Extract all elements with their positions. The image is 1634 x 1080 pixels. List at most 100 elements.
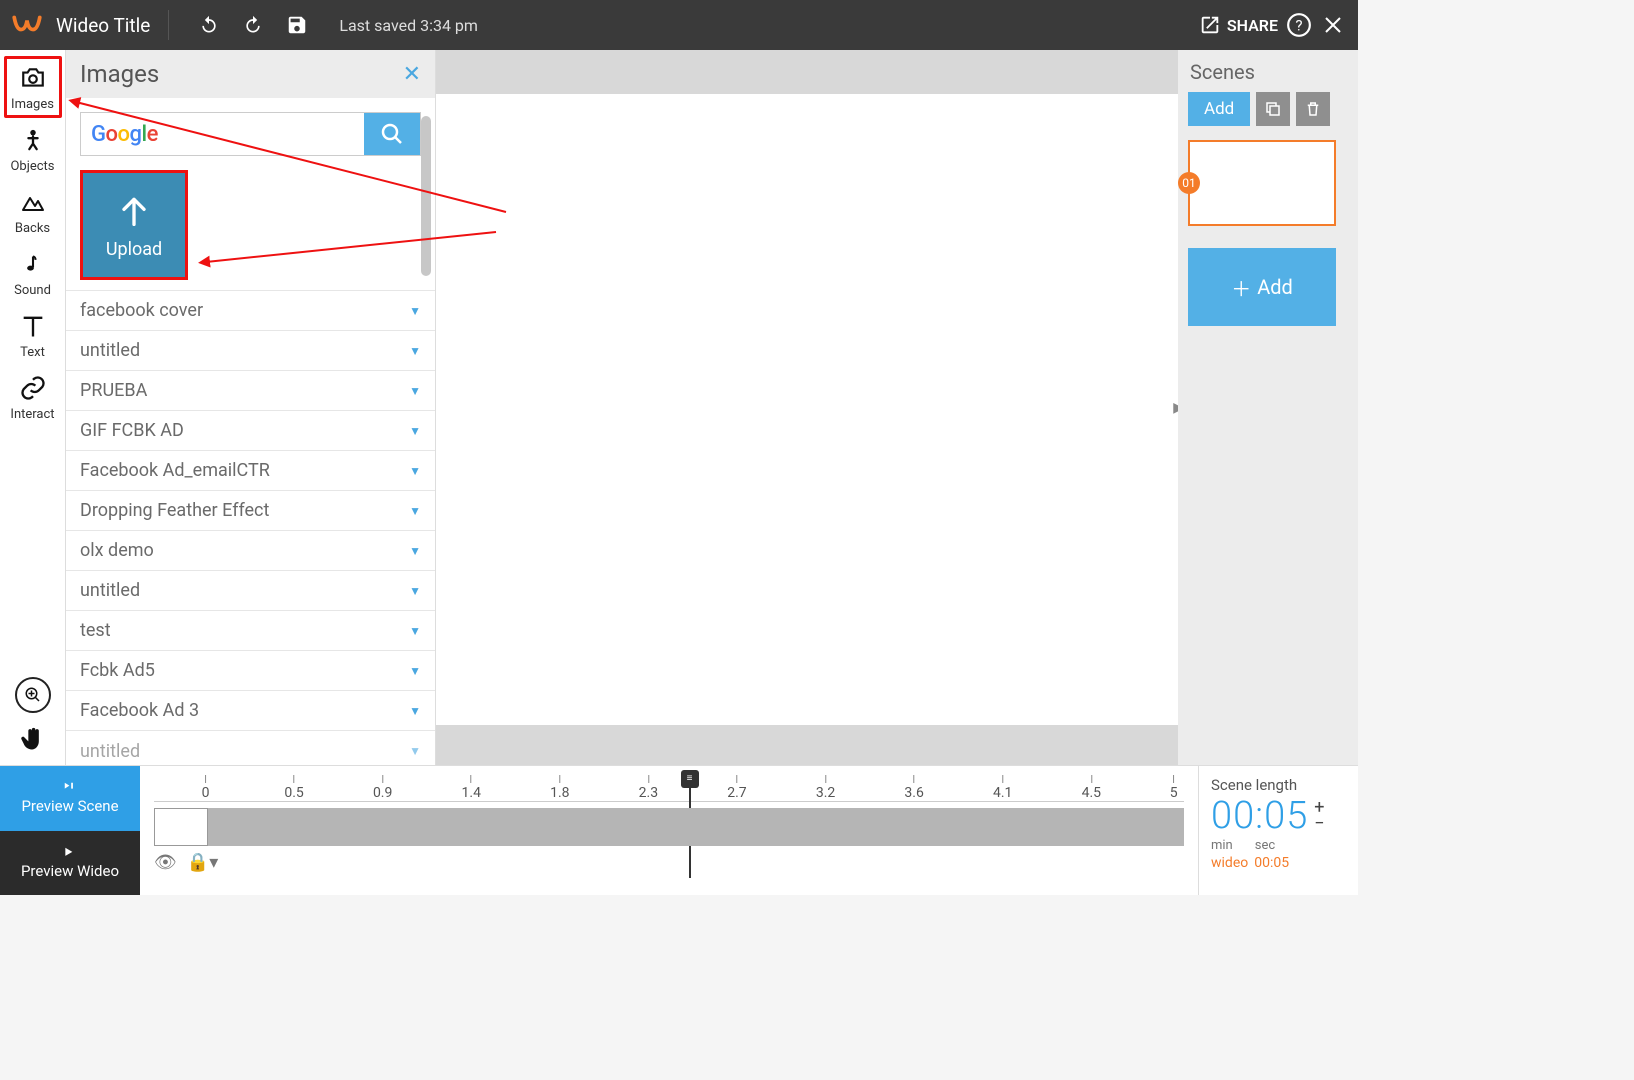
rail-objects[interactable]: Objects [4, 118, 62, 180]
wideo-length-value: 00:05 [1254, 855, 1289, 871]
scenes-title: Scenes [1188, 50, 1348, 92]
panel-close-icon[interactable]: ✕ [403, 62, 421, 87]
close-icon[interactable] [1320, 12, 1346, 38]
scene-thumbnail[interactable]: 01 [1188, 140, 1336, 226]
chevron-down-icon: ▼ [409, 664, 421, 678]
folder-label: untitled [80, 580, 140, 601]
folder-row[interactable]: Facebook Ad 3 ▼ [66, 691, 435, 731]
delete-scene-icon[interactable] [1296, 92, 1330, 126]
wideo-length-label: wideo [1211, 855, 1248, 871]
folder-row[interactable]: test ▼ [66, 611, 435, 651]
tick: 2.7 [727, 775, 746, 801]
text-icon [17, 310, 49, 342]
add-scene-small-button[interactable]: Add [1188, 92, 1250, 126]
share-button[interactable]: SHARE [1199, 14, 1278, 36]
scene-length-panel: Scene length 00:05 + − min sec wideo 00:… [1198, 766, 1358, 895]
rail-backs-label: Backs [15, 221, 50, 236]
duplicate-scene-icon[interactable] [1256, 92, 1290, 126]
timeline[interactable]: 0 0.5 0.9 1.4 1.8 2.3 2.7 3.2 3.6 4.1 4.… [140, 766, 1198, 895]
folder-list: facebook cover▼ untitled ▼ PRUEBA ▼ GIF FC… [66, 290, 435, 765]
rail-sound-label: Sound [14, 283, 51, 298]
preview-scene-button[interactable]: Preview Scene [0, 766, 140, 831]
help-icon[interactable]: ? [1286, 12, 1312, 38]
hand-icon[interactable] [17, 723, 49, 755]
chevron-down-icon: ▼ [409, 464, 421, 478]
add-scene-big-button[interactable]: ＋ Add [1188, 248, 1336, 326]
chevron-down-icon: ▼ [409, 584, 421, 598]
preview-wideo-button[interactable]: Preview Wideo [0, 831, 140, 896]
folder-label: Facebook Ad 3 [80, 700, 199, 721]
timeline-ruler[interactable]: 0 0.5 0.9 1.4 1.8 2.3 2.7 3.2 3.6 4.1 4.… [154, 774, 1184, 802]
folder-row[interactable]: Facebook Ad_emailCTR ▼ [66, 451, 435, 491]
music-note-icon [17, 248, 49, 280]
chevron-down-icon: ▼ [409, 624, 421, 638]
zoom-icon[interactable] [15, 677, 51, 713]
share-label: SHARE [1227, 16, 1278, 35]
upload-button[interactable]: Upload [80, 170, 188, 280]
folder-label: Facebook Ad_emailCTR [80, 460, 270, 481]
min-label: min [1211, 838, 1233, 853]
rail-interact[interactable]: Interact [4, 366, 62, 428]
playhead[interactable]: ≡ [681, 770, 699, 788]
chevron-down-icon: ▼ [409, 424, 421, 438]
rail-sound[interactable]: Sound [4, 242, 62, 304]
folder-label: olx demo [80, 540, 154, 561]
folder-row[interactable]: untitled▼ [66, 731, 435, 765]
timeline-track[interactable] [154, 808, 1184, 846]
scene-length-value: 00:05 [1211, 794, 1308, 838]
camera-icon [17, 62, 49, 94]
chevron-down-icon: ▼ [409, 704, 421, 718]
folder-row[interactable]: untitled ▼ [66, 571, 435, 611]
images-panel: Images ✕ Google Upload facebook cover▼ u… [66, 50, 436, 765]
preview-wideo-label: Preview Wideo [21, 862, 119, 880]
rail-text[interactable]: Text [4, 304, 62, 366]
mountains-icon [17, 186, 49, 218]
canvas[interactable]: ▶ [436, 50, 1178, 765]
plus-icon: ＋ [1231, 273, 1251, 302]
folder-label: untitled [80, 741, 140, 762]
save-icon[interactable] [285, 13, 309, 37]
folder-row[interactable]: Dropping Feather Effect▼ [66, 491, 435, 531]
folder-label: untitled [80, 340, 140, 361]
redo-icon[interactable] [241, 13, 265, 37]
length-minus-button[interactable]: − [1314, 816, 1324, 832]
divider [168, 10, 169, 40]
rail-backs[interactable]: Backs [4, 180, 62, 242]
last-saved-label: Last saved 3:34 pm [339, 16, 478, 35]
upload-arrow-icon [114, 191, 154, 231]
rail-images-label: Images [11, 97, 54, 112]
tick: 0.5 [284, 775, 303, 801]
tick: 2.3 [639, 775, 658, 801]
search-button[interactable] [364, 113, 420, 155]
folder-row[interactable]: facebook cover▼ [66, 291, 435, 331]
timeline-clip[interactable] [154, 808, 208, 846]
chevron-down-icon: ▼ [409, 384, 421, 398]
svg-text:?: ? [1295, 16, 1302, 34]
undo-icon[interactable] [197, 13, 221, 37]
left-rail: Images Objects Backs Sound Text Interact [0, 50, 66, 765]
folder-row[interactable]: PRUEBA ▼ [66, 371, 435, 411]
folder-row[interactable]: Fcbk Ad5▼ [66, 651, 435, 691]
tick: 3.2 [816, 775, 835, 801]
lock-icon[interactable]: 🔒▾ [187, 852, 218, 873]
person-icon [17, 124, 49, 156]
folder-label: test [80, 620, 111, 641]
folder-row[interactable]: untitled▼ [66, 331, 435, 371]
play-icon [62, 846, 78, 860]
add-scene-label: Add [1257, 275, 1293, 299]
project-title[interactable]: Wideo Title [56, 14, 150, 37]
rail-interact-label: Interact [10, 407, 54, 422]
tick: 3.6 [904, 775, 923, 801]
tick: 0 [202, 775, 210, 801]
google-search-input[interactable]: Google [81, 113, 364, 155]
visibility-icon[interactable]: 👁 [154, 852, 177, 873]
sec-label: sec [1255, 838, 1275, 853]
folder-label: PRUEBA [80, 380, 147, 401]
tick: 5 [1170, 775, 1178, 801]
search-row: Google [80, 112, 421, 156]
chevron-down-icon: ▼ [409, 304, 421, 318]
folder-row[interactable]: GIF FCBK AD▼ [66, 411, 435, 451]
folder-row[interactable]: olx demo▼ [66, 531, 435, 571]
panel-scrollbar[interactable] [421, 116, 431, 276]
rail-images[interactable]: Images [4, 56, 62, 118]
